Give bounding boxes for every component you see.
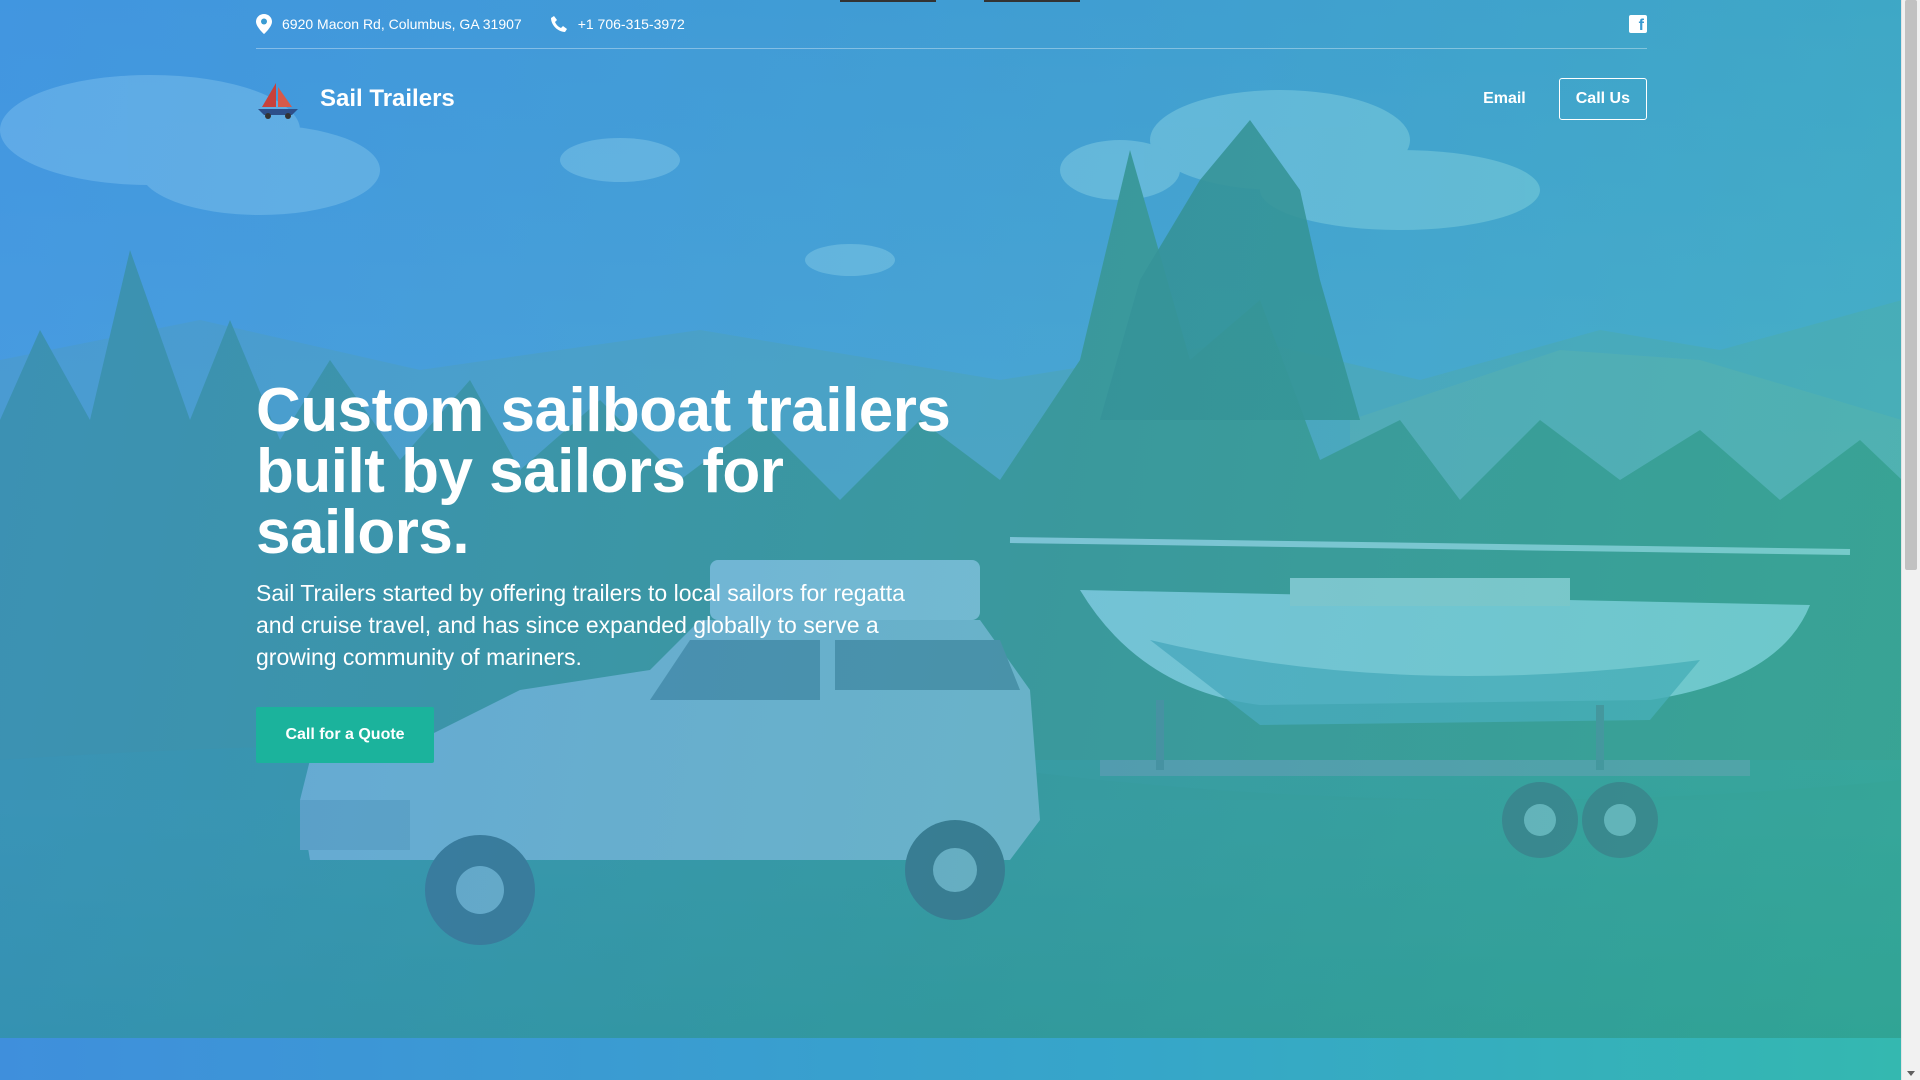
sailboat-logo-icon <box>258 83 298 119</box>
scroll-down-arrow-icon[interactable] <box>1907 1071 1915 1076</box>
top-contact-bar: 6920 Macon Rd, Columbus, GA 31907 +1 706… <box>256 0 1647 49</box>
scrollbar-thumb[interactable] <box>1905 0 1917 570</box>
phone-text: +1 706-315-3972 <box>577 16 685 32</box>
site-logo[interactable]: Sail Trailers <box>256 79 455 119</box>
brand-name: Sail Trailers <box>320 85 455 112</box>
hero-content: Custom sailboat trailers built by sailor… <box>256 380 956 763</box>
call-us-button[interactable]: Call Us <box>1558 78 1647 120</box>
phone-item[interactable]: +1 706-315-3972 <box>550 15 685 33</box>
address-item[interactable]: 6920 Macon Rd, Columbus, GA 31907 <box>256 14 522 34</box>
page: 6920 Macon Rd, Columbus, GA 31907 +1 706… <box>0 0 1920 1080</box>
main-navigation: Sail Trailers Email Call Us <box>256 76 1647 122</box>
hero-headline: Custom sailboat trailers built by sailor… <box>256 376 951 567</box>
next-section-edge <box>0 1038 1902 1080</box>
nav-actions: Email Call Us <box>1483 78 1647 120</box>
map-pin-icon <box>256 14 272 34</box>
facebook-icon[interactable]: f <box>1629 15 1647 34</box>
address-text: 6920 Macon Rd, Columbus, GA 31907 <box>282 16 522 32</box>
page-scrollbar[interactable] <box>1901 0 1920 1080</box>
hero-subheadline: Sail Trailers started by offering traile… <box>256 580 905 670</box>
phone-icon <box>550 16 567 32</box>
call-for-quote-button[interactable]: Call for a Quote <box>256 707 434 763</box>
email-link[interactable]: Email <box>1483 90 1526 108</box>
